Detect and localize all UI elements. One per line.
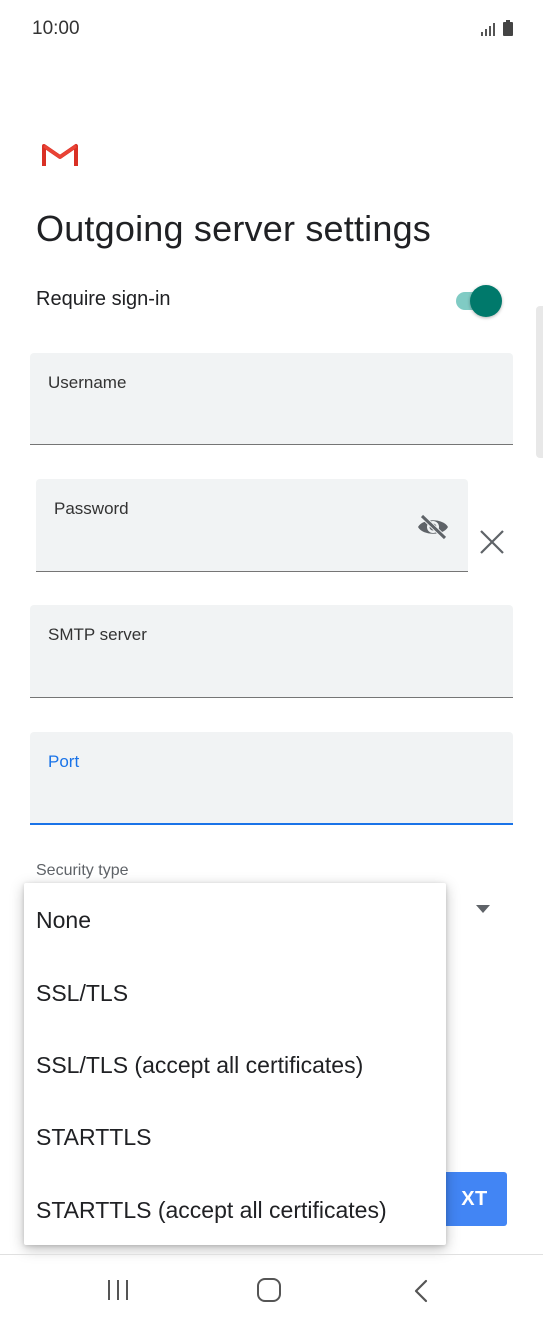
scrollbar[interactable] <box>536 306 543 458</box>
security-type-label: Security type <box>36 862 129 879</box>
back-icon[interactable] <box>412 1278 430 1304</box>
battery-icon <box>503 20 513 36</box>
require-signin-label: Require sign-in <box>36 288 171 310</box>
status-time: 10:00 <box>32 18 80 39</box>
close-icon[interactable] <box>478 528 506 556</box>
username-label: Username <box>48 373 127 392</box>
status-icons <box>481 20 513 36</box>
visibility-off-icon[interactable] <box>416 513 450 541</box>
menu-item-ssl-tls-accept-all[interactable]: SSL/TLS (accept all certificates) <box>36 1052 363 1079</box>
dropdown-arrow-icon[interactable] <box>474 904 492 914</box>
menu-item-starttls-accept-all[interactable]: STARTTLS (accept all certificates) <box>36 1197 387 1224</box>
next-button-label: XT <box>461 1187 488 1210</box>
menu-item-none[interactable]: None <box>36 907 91 934</box>
home-icon[interactable] <box>256 1277 282 1303</box>
port-label: Port <box>48 752 80 771</box>
toggle-thumb <box>470 285 502 317</box>
password-field[interactable]: Password <box>36 479 468 572</box>
menu-item-ssl-tls[interactable]: SSL/TLS <box>36 980 128 1007</box>
require-signin-toggle[interactable] <box>452 285 504 317</box>
recent-apps-icon[interactable] <box>105 1278 131 1302</box>
navbar-divider <box>0 1254 543 1255</box>
smtp-server-field[interactable]: SMTP server <box>30 605 513 698</box>
password-label: Password <box>54 499 129 518</box>
security-type-menu: None SSL/TLS SSL/TLS (accept all certifi… <box>24 883 446 1245</box>
page-title: Outgoing server settings <box>36 208 431 249</box>
smtp-server-label: SMTP server <box>48 625 147 644</box>
gmail-logo-icon <box>42 144 78 166</box>
username-field[interactable]: Username <box>30 353 513 445</box>
port-field[interactable]: Port <box>30 732 513 825</box>
signal-icon <box>481 23 495 36</box>
menu-item-starttls[interactable]: STARTTLS <box>36 1124 151 1151</box>
